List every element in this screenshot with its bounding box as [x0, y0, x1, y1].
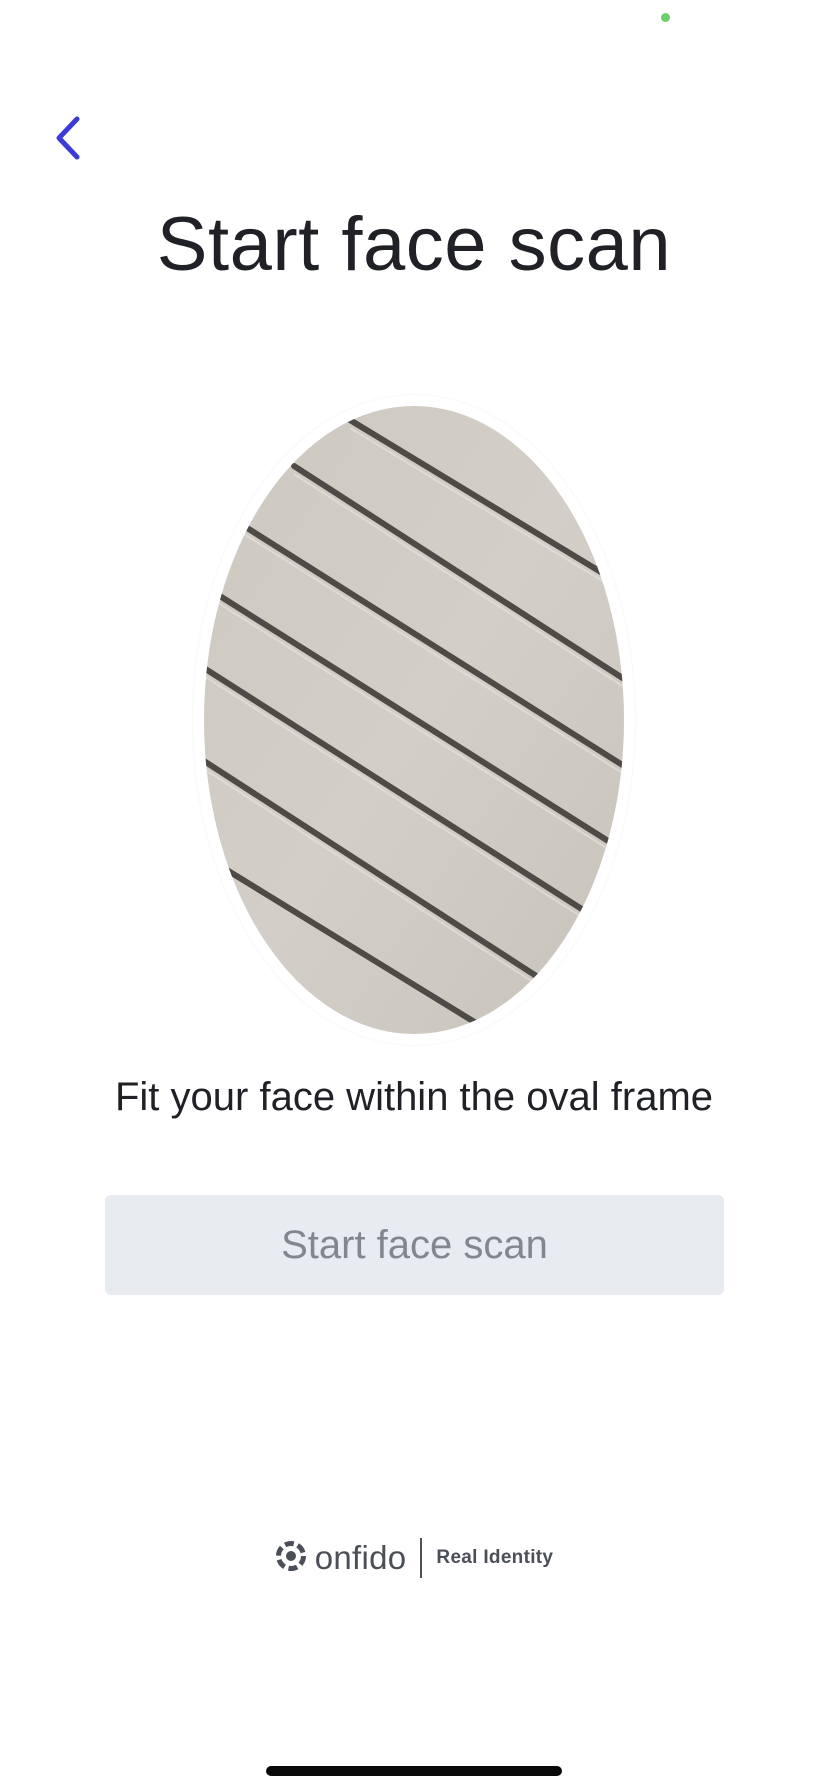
- brand-tagline: Real Identity: [436, 1547, 554, 1568]
- start-face-scan-button[interactable]: Start face scan: [105, 1195, 724, 1295]
- footer-branding: onfido Real Identity: [0, 1536, 828, 1580]
- brand-name: onfido: [314, 1539, 407, 1576]
- page-title: Start face scan: [156, 202, 672, 287]
- camera-preview: [204, 406, 624, 1034]
- oval-frame: [193, 395, 635, 1045]
- instruction-text: Fit your face within the oval frame: [114, 1075, 714, 1119]
- onfido-logo: onfido: [275, 1539, 407, 1577]
- face-scan-screen: Start face scan Fit your face within the…: [0, 0, 828, 1792]
- back-button[interactable]: [52, 110, 102, 170]
- chevron-left-icon: [52, 115, 82, 166]
- status-indicator-dot: [661, 13, 670, 22]
- onfido-logo-icon: [275, 1540, 307, 1577]
- home-indicator[interactable]: [266, 1766, 562, 1776]
- brand-divider: [420, 1538, 423, 1578]
